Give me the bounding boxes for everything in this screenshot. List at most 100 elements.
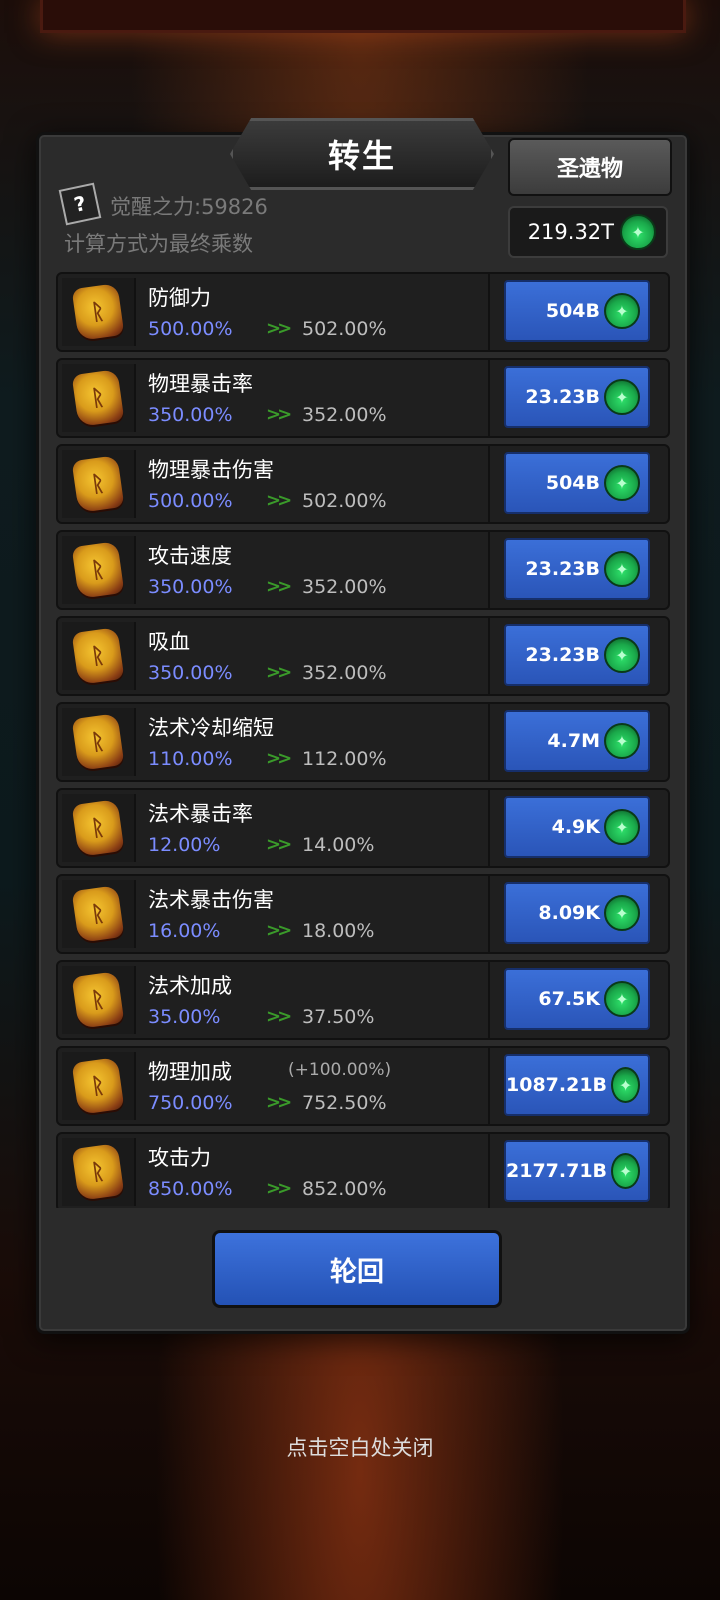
- current-value: 500.00%: [148, 490, 233, 512]
- rune-stone-icon: ᚱ: [71, 455, 125, 513]
- green-soul-icon: ✦: [604, 809, 640, 845]
- upgrade-list[interactable]: ᚱ 防御力 500.00% >> 502.00% 504B ✦ ᚱ 物理暴击率 350.00% >>…: [56, 272, 670, 1208]
- cost-amount: 23.23B: [525, 558, 600, 580]
- current-value: 350.00%: [148, 662, 233, 684]
- arrow-right-icon: >>: [266, 490, 292, 511]
- rune-stone-icon: ᚱ: [71, 885, 125, 943]
- upgrade-cost-button[interactable]: 8.09K ✦: [504, 882, 650, 944]
- green-soul-icon: ✦: [611, 1067, 640, 1103]
- upgrade-cost-button[interactable]: 504B ✦: [504, 280, 650, 342]
- cost-amount: 8.09K: [538, 902, 600, 924]
- row-divider: [488, 446, 490, 522]
- arrow-right-icon: >>: [266, 1092, 292, 1113]
- green-soul-icon: ✦: [604, 723, 640, 759]
- next-value: 112.00%: [302, 748, 387, 770]
- awaken-power: 觉醒之力:59826: [110, 195, 268, 219]
- upgrade-name: 法术冷却缩短: [148, 716, 274, 740]
- green-soul-icon: ✦: [604, 465, 640, 501]
- cost-amount: 23.23B: [525, 386, 600, 408]
- rune-stone-icon: ᚱ: [71, 713, 125, 771]
- current-value: 350.00%: [148, 404, 233, 426]
- current-value: 850.00%: [148, 1178, 233, 1200]
- rune-icon-slot: ᚱ: [62, 1138, 136, 1206]
- cost-amount: 2177.71B: [506, 1160, 608, 1182]
- rune-icon-slot: ᚱ: [62, 794, 136, 862]
- upgrade-row: ᚱ 吸血 350.00% >> 352.00% 23.23B ✦: [56, 616, 670, 696]
- upgrade-name: 吸血: [148, 630, 190, 654]
- current-value: 35.00%: [148, 1006, 221, 1028]
- next-value: 352.00%: [302, 576, 387, 598]
- upgrade-row: ᚱ 物理暴击率 350.00% >> 352.00% 23.23B ✦: [56, 358, 670, 438]
- relic-button[interactable]: 圣遗物: [508, 138, 672, 196]
- next-value: 502.00%: [302, 318, 387, 340]
- row-divider: [488, 1048, 490, 1124]
- upgrade-cost-button[interactable]: 23.23B ✦: [504, 538, 650, 600]
- rune-stone-icon: ᚱ: [71, 627, 125, 685]
- row-divider: [488, 274, 490, 350]
- arrow-right-icon: >>: [266, 662, 292, 683]
- current-value: 350.00%: [148, 576, 233, 598]
- upgrade-row: ᚱ 法术冷却缩短 110.00% >> 112.00% 4.7M ✦: [56, 702, 670, 782]
- green-soul-icon: ✦: [604, 551, 640, 587]
- arrow-right-icon: >>: [266, 834, 292, 855]
- next-value: 37.50%: [302, 1006, 375, 1028]
- upgrade-cost-button[interactable]: 4.9K ✦: [504, 796, 650, 858]
- arrow-right-icon: >>: [266, 318, 292, 339]
- upgrade-row: ᚱ 攻击力 850.00% >> 852.00% 2177.71B ✦: [56, 1132, 670, 1208]
- upgrade-cost-button[interactable]: 23.23B ✦: [504, 624, 650, 686]
- upgrade-cost-button[interactable]: 23.23B ✦: [504, 366, 650, 428]
- next-value: 352.00%: [302, 404, 387, 426]
- upgrade-row: ᚱ 物理暴击伤害 500.00% >> 502.00% 504B ✦: [56, 444, 670, 524]
- arrow-right-icon: >>: [266, 748, 292, 769]
- rune-stone-icon: ᚱ: [71, 1143, 125, 1201]
- row-divider: [488, 962, 490, 1038]
- upgrade-row: ᚱ 法术暴击伤害 16.00% >> 18.00% 8.09K ✦: [56, 874, 670, 954]
- upgrade-cost-button[interactable]: 67.5K ✦: [504, 968, 650, 1030]
- help-icon[interactable]: ?: [58, 182, 102, 226]
- rune-icon-slot: ᚱ: [62, 450, 136, 518]
- green-soul-icon: ✦: [604, 981, 640, 1017]
- rune-icon-slot: ᚱ: [62, 622, 136, 690]
- cost-amount: 67.5K: [538, 988, 600, 1010]
- rune-icon-slot: ᚱ: [62, 536, 136, 604]
- rune-stone-icon: ᚱ: [71, 541, 125, 599]
- upgrade-cost-button[interactable]: 1087.21B ✦: [504, 1054, 650, 1116]
- current-value: 750.00%: [148, 1092, 233, 1114]
- cost-amount: 4.9K: [551, 816, 600, 838]
- rune-stone-icon: ᚱ: [71, 799, 125, 857]
- rune-icon-slot: ᚱ: [62, 966, 136, 1034]
- background-frame: [40, 0, 686, 33]
- upgrade-name: 法术暴击伤害: [148, 888, 274, 912]
- rune-stone-icon: ᚱ: [71, 971, 125, 1029]
- upgrade-cost-button[interactable]: 2177.71B ✦: [504, 1140, 650, 1202]
- rebirth-button[interactable]: 轮回: [212, 1230, 502, 1308]
- upgrade-row: ᚱ 法术暴击率 12.00% >> 14.00% 4.9K ✦: [56, 788, 670, 868]
- upgrade-row: ᚱ 防御力 500.00% >> 502.00% 504B ✦: [56, 272, 670, 352]
- current-value: 12.00%: [148, 834, 221, 856]
- row-divider: [488, 532, 490, 608]
- cost-amount: 23.23B: [525, 644, 600, 666]
- arrow-right-icon: >>: [266, 1178, 292, 1199]
- arrow-right-icon: >>: [266, 404, 292, 425]
- row-divider: [488, 790, 490, 866]
- green-soul-icon: ✦: [604, 895, 640, 931]
- next-value: 502.00%: [302, 490, 387, 512]
- upgrade-name: 防御力: [148, 286, 211, 310]
- row-divider: [488, 360, 490, 436]
- upgrade-cost-button[interactable]: 4.7M ✦: [504, 710, 650, 772]
- cost-amount: 504B: [545, 300, 600, 322]
- rune-icon-slot: ᚱ: [62, 1052, 136, 1120]
- upgrade-row: ᚱ 攻击速度 350.00% >> 352.00% 23.23B ✦: [56, 530, 670, 610]
- green-soul-icon: ✦: [604, 637, 640, 673]
- cost-amount: 4.7M: [547, 730, 600, 752]
- upgrade-cost-button[interactable]: 504B ✦: [504, 452, 650, 514]
- cost-amount: 504B: [545, 472, 600, 494]
- close-hint[interactable]: 点击空白处关闭: [0, 1432, 720, 1462]
- arrow-right-icon: >>: [266, 576, 292, 597]
- dialog-title: 转生: [230, 118, 494, 190]
- currency-amount: 219.32T: [527, 220, 614, 244]
- current-value: 500.00%: [148, 318, 233, 340]
- upgrade-row: ᚱ 法术加成 35.00% >> 37.50% 67.5K ✦: [56, 960, 670, 1040]
- rune-stone-icon: ᚱ: [71, 283, 125, 341]
- arrow-right-icon: >>: [266, 1006, 292, 1027]
